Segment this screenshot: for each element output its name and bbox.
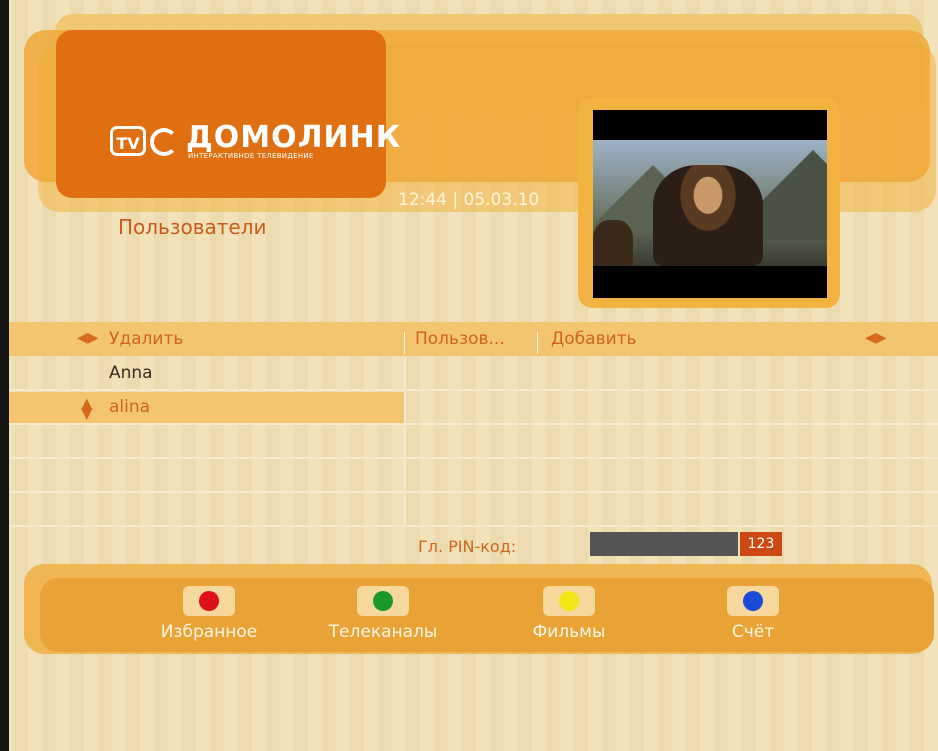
delete-tab[interactable]: Удалить [109, 329, 183, 349]
yellow-dot-icon [559, 591, 579, 611]
column-divider [404, 426, 406, 457]
row-cell [9, 358, 404, 389]
movies-button[interactable]: Фильмы [494, 586, 644, 646]
favorites-label: Избранное [160, 622, 258, 642]
column-divider [404, 392, 406, 423]
logo-panel [56, 30, 386, 198]
tv-menu-screen: TV ДОМОЛИНК ИНТЕРАКТИВНОЕ ТЕЛЕВИДЕНИЕ 12… [0, 0, 938, 751]
video-preview [593, 110, 827, 298]
green-dot-icon [373, 591, 393, 611]
user-name: alina [109, 397, 151, 417]
column-divider [404, 332, 405, 354]
user-row[interactable]: Anna [9, 358, 938, 391]
swirl-logo-icon [150, 128, 178, 156]
movies-label: Фильмы [532, 622, 606, 642]
left-right-arrows-icon[interactable]: ◀▶ [865, 330, 887, 346]
column-divider [537, 332, 538, 354]
add-tab[interactable]: Добавить [551, 329, 637, 349]
user-row-selected[interactable]: ▲ ▼ alina [9, 392, 938, 425]
brand-name: ДОМОЛИНК [186, 120, 402, 155]
pin-label: Гл. PIN-код: [418, 537, 517, 556]
yellow-key [543, 586, 595, 616]
pin-value[interactable]: 123 [740, 532, 782, 556]
user-name: Anna [109, 363, 153, 383]
preview-figure [653, 165, 763, 266]
left-right-arrows-icon[interactable]: ◀▶ [77, 330, 99, 346]
table-header: ◀▶ Удалить Пользов... Добавить ◀▶ [9, 322, 938, 356]
empty-row [9, 494, 938, 527]
column-divider [404, 358, 406, 389]
pin-input-field[interactable] [590, 532, 738, 556]
column-divider [404, 460, 406, 491]
tv-logo-icon: TV [110, 126, 146, 156]
favorites-button[interactable]: Избранное [134, 586, 284, 646]
users-tab[interactable]: Пользов... [415, 329, 505, 349]
brand-tagline: ИНТЕРАКТИВНОЕ ТЕЛЕВИДЕНИЕ [188, 152, 314, 160]
domolink-logo: TV ДОМОЛИНК ИНТЕРАКТИВНОЕ ТЕЛЕВИДЕНИЕ [110, 118, 400, 168]
account-button[interactable]: Счёт [678, 586, 828, 646]
tv-channels-label: Телеканалы [328, 622, 438, 642]
empty-row [9, 426, 938, 459]
row-cell [9, 392, 404, 423]
clock-date: 12:44 | 05.03.10 [398, 190, 540, 210]
empty-row [9, 460, 938, 493]
left-border [0, 0, 9, 751]
red-key [183, 586, 235, 616]
green-key [357, 586, 409, 616]
up-down-arrows-icon: ▲ ▼ [81, 394, 93, 422]
page-title: Пользователи [118, 215, 267, 239]
column-divider [404, 494, 406, 525]
account-label: Счёт [731, 622, 775, 642]
preview-figure [593, 220, 633, 266]
blue-dot-icon [743, 591, 763, 611]
tv-channels-button[interactable]: Телеканалы [308, 586, 458, 646]
red-dot-icon [199, 591, 219, 611]
blue-key [727, 586, 779, 616]
